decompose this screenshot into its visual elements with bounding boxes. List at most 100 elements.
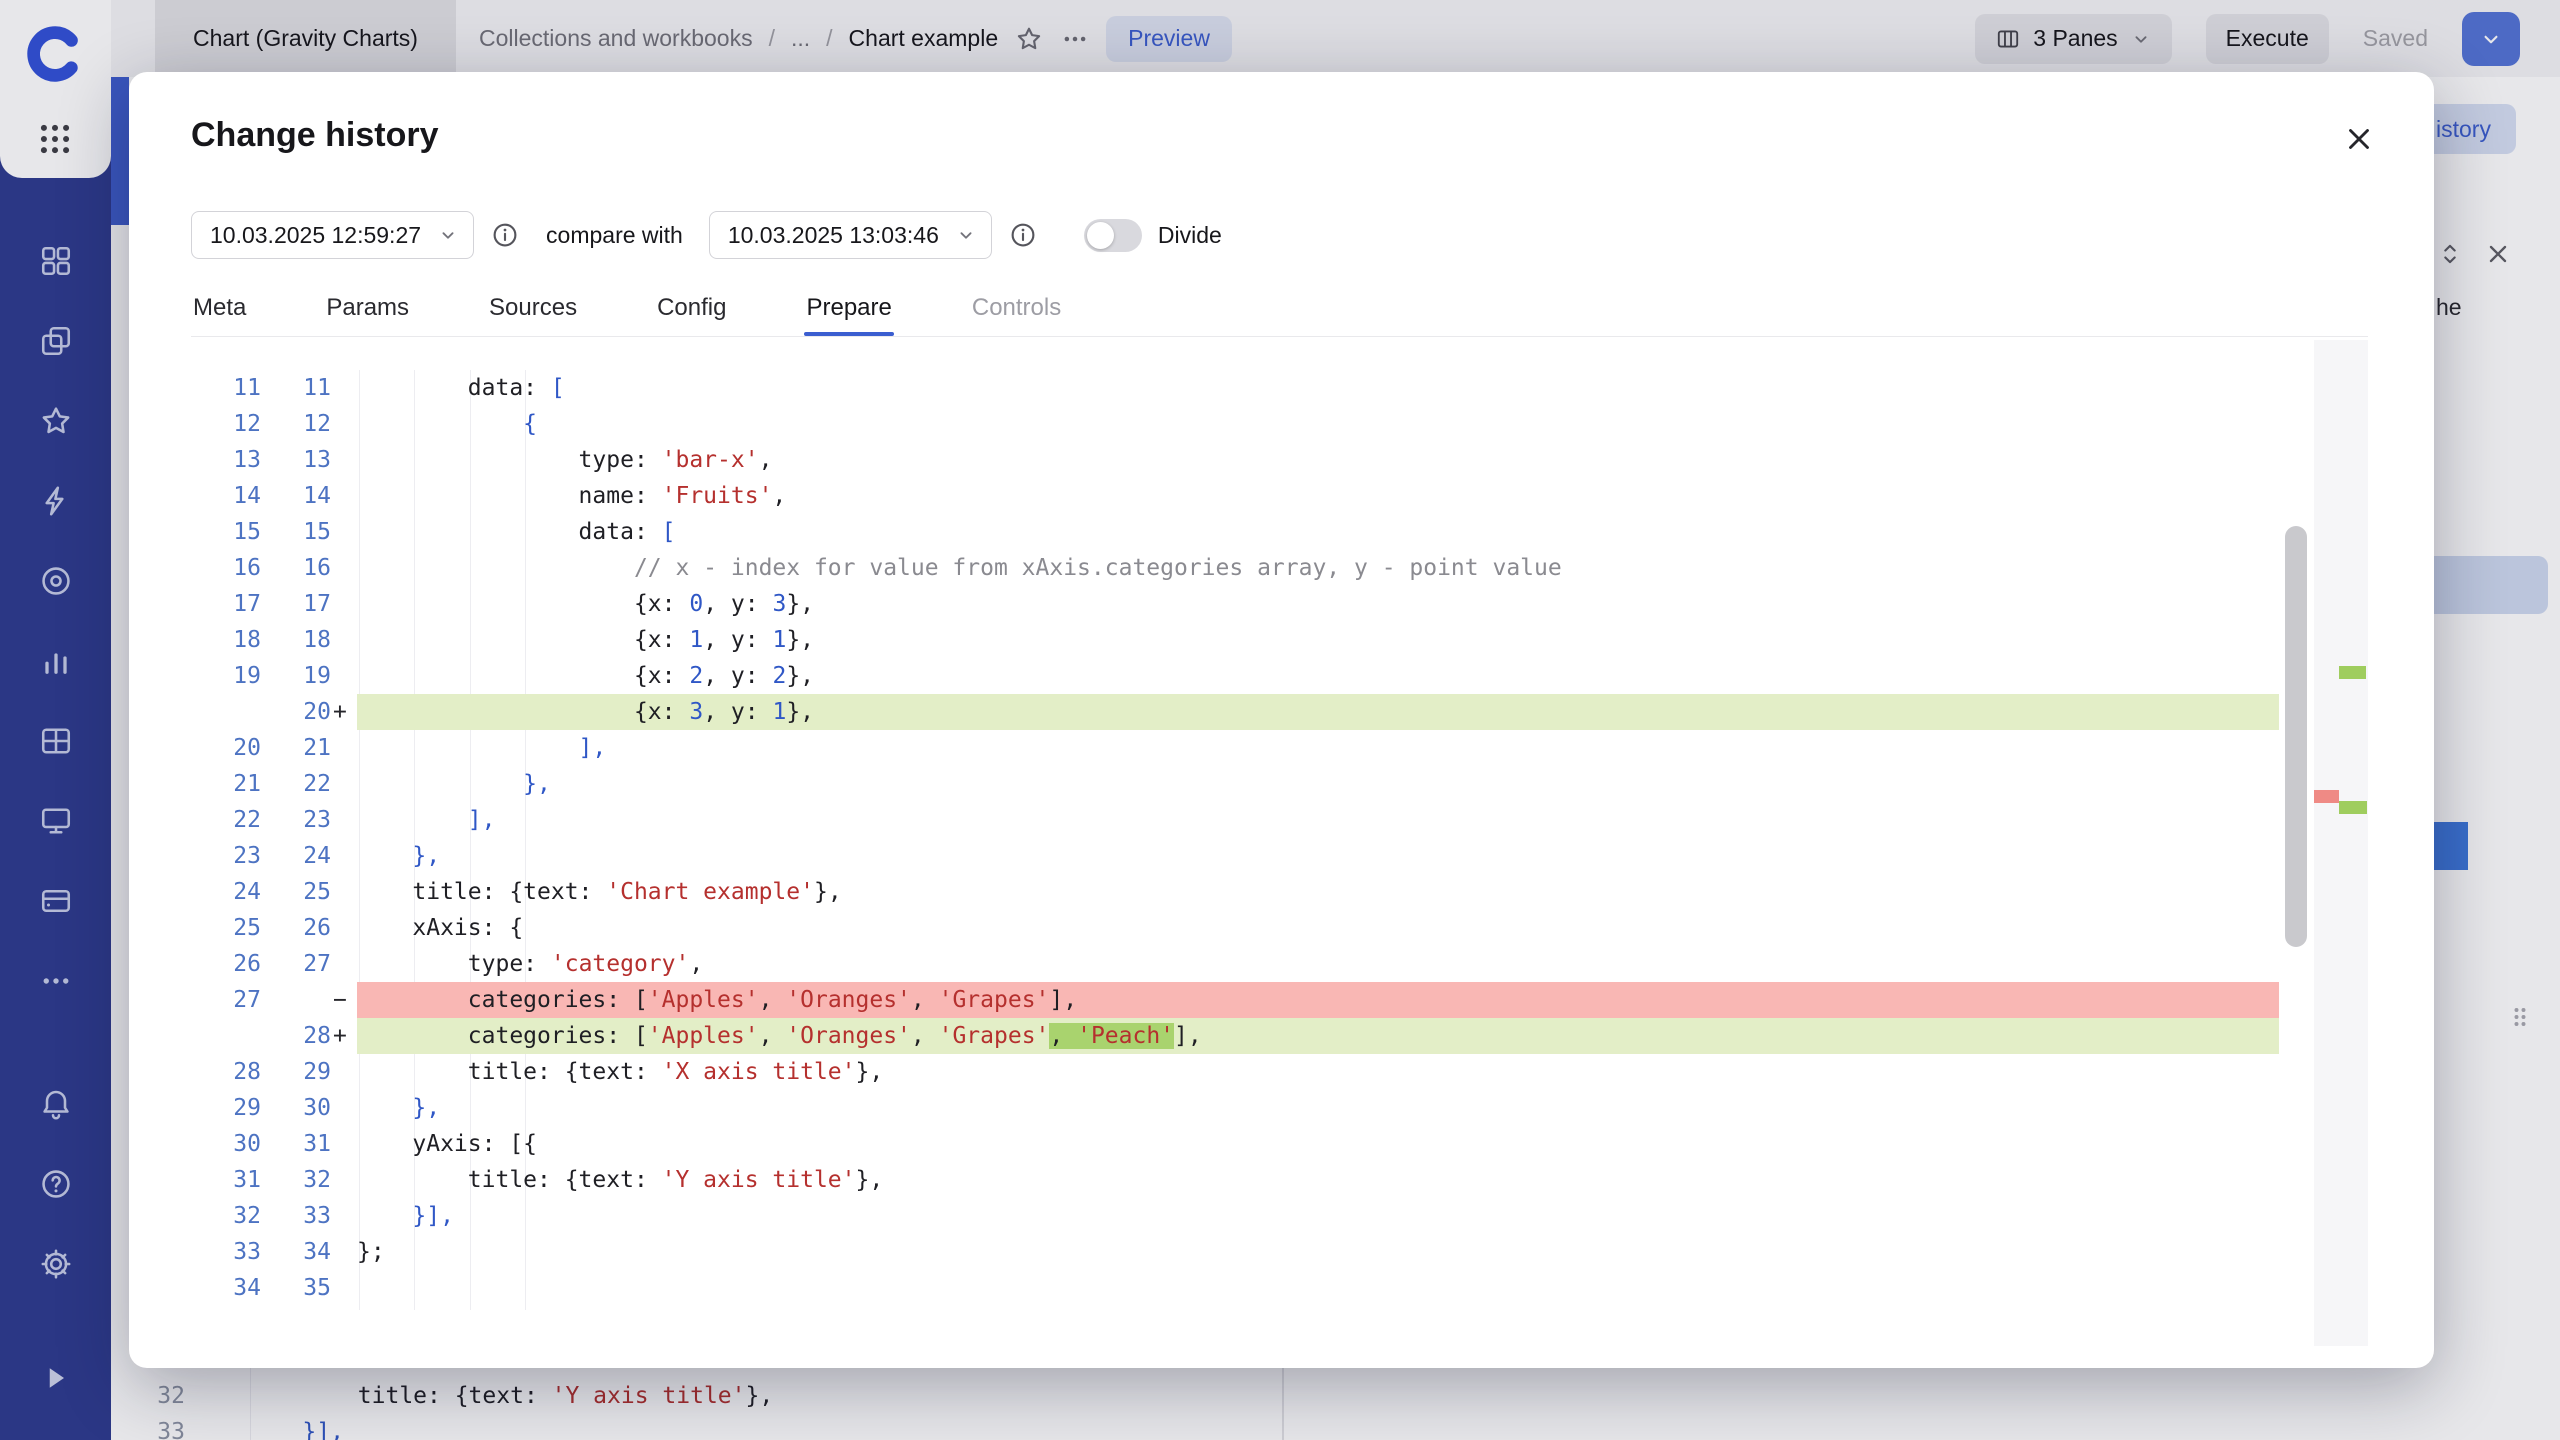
tab-meta[interactable]: Meta xyxy=(191,280,248,336)
revision-select-right-value: 10.03.2025 13:03:46 xyxy=(728,222,939,249)
code-line: }, xyxy=(357,766,2279,802)
line-number-new: 25 xyxy=(261,874,331,910)
line-number-old: 16 xyxy=(205,550,261,586)
line-number-new: 18 xyxy=(261,622,331,658)
diff-marker xyxy=(331,802,357,838)
code-line xyxy=(357,1270,2279,1306)
diff-marker xyxy=(331,550,357,586)
tab-controls[interactable]: Controls xyxy=(970,280,1063,336)
revision-select-left-value: 10.03.2025 12:59:27 xyxy=(210,222,421,249)
code-line: title: {text: 'Y axis title'}, xyxy=(357,1162,2279,1198)
line-number-new: 20 xyxy=(261,694,331,730)
chevron-down-icon xyxy=(437,224,459,246)
diff-marker xyxy=(331,514,357,550)
diff-marker: + xyxy=(331,1018,357,1054)
line-number-new: 32 xyxy=(261,1162,331,1198)
diff-row: 2829 title: {text: 'X axis title'}, xyxy=(205,1054,2279,1090)
code-line: type: 'category', xyxy=(357,946,2279,982)
info-icon[interactable] xyxy=(490,220,520,250)
line-number-new: 27 xyxy=(261,946,331,982)
line-number-new: 30 xyxy=(261,1090,331,1126)
tab-sources[interactable]: Sources xyxy=(487,280,579,336)
code-line: categories: ['Apples', 'Oranges', 'Grape… xyxy=(357,1018,2279,1054)
diff-row: 28+ categories: ['Apples', 'Oranges', 'G… xyxy=(205,1018,2279,1054)
tab-config[interactable]: Config xyxy=(655,280,728,336)
line-number-new: 28 xyxy=(261,1018,331,1054)
revision-select-left[interactable]: 10.03.2025 12:59:27 xyxy=(191,211,474,259)
diff-overview-ruler xyxy=(2314,340,2368,1346)
line-number-new: 16 xyxy=(261,550,331,586)
line-number-old xyxy=(205,694,261,730)
diff-marker xyxy=(331,838,357,874)
tab-params[interactable]: Params xyxy=(324,280,411,336)
code-line: ], xyxy=(357,730,2279,766)
diff-row: 2021 ], xyxy=(205,730,2279,766)
diff-row: 1313 type: 'bar-x', xyxy=(205,442,2279,478)
compare-with-label: compare with xyxy=(546,222,683,249)
diff-row: 1717 {x: 0, y: 3}, xyxy=(205,586,2279,622)
code-line: title: {text: 'Chart example'}, xyxy=(357,874,2279,910)
diff-marker xyxy=(331,874,357,910)
line-number-new: 31 xyxy=(261,1126,331,1162)
diff-row: 1515 data: [ xyxy=(205,514,2279,550)
diff-marker xyxy=(331,658,357,694)
modal-close-icon[interactable] xyxy=(2342,122,2376,156)
diff-row: 20+ {x: 3, y: 1}, xyxy=(205,694,2279,730)
code-line: title: {text: 'X axis title'}, xyxy=(357,1054,2279,1090)
ruler-added-mark xyxy=(2339,801,2367,814)
line-number-new: 17 xyxy=(261,586,331,622)
diff-row: 2627 type: 'category', xyxy=(205,946,2279,982)
line-number-old: 30 xyxy=(205,1126,261,1162)
diff-marker xyxy=(331,1090,357,1126)
code-line: categories: ['Apples', 'Oranges', 'Grape… xyxy=(357,982,2279,1018)
code-line: {x: 3, y: 1}, xyxy=(357,694,2279,730)
line-number-old xyxy=(205,1018,261,1054)
line-number-old: 22 xyxy=(205,802,261,838)
info-icon[interactable] xyxy=(1008,220,1038,250)
code-line: }, xyxy=(357,1090,2279,1126)
diff-row: 3031 yAxis: [{ xyxy=(205,1126,2279,1162)
diff-rows: 1111 data: [1212 {1313 type: 'bar-x',141… xyxy=(205,340,2279,1306)
line-number-old: 17 xyxy=(205,586,261,622)
line-number-new: 12 xyxy=(261,406,331,442)
code-line: }, xyxy=(357,838,2279,874)
tabs-divider xyxy=(191,336,2368,337)
diff-marker xyxy=(331,406,357,442)
diff-marker xyxy=(331,586,357,622)
diff-row: 2122 }, xyxy=(205,766,2279,802)
toggle-knob xyxy=(1087,222,1114,249)
line-number-new: 15 xyxy=(261,514,331,550)
diff-row: 3435 xyxy=(205,1270,2279,1306)
ruler-removed-mark xyxy=(2314,790,2339,803)
code-line: type: 'bar-x', xyxy=(357,442,2279,478)
diff-row: 3334}; xyxy=(205,1234,2279,1270)
diff-marker xyxy=(331,946,357,982)
diff-marker xyxy=(331,442,357,478)
diff-row: 1212 { xyxy=(205,406,2279,442)
diff-marker xyxy=(331,370,357,406)
line-number-new: 22 xyxy=(261,766,331,802)
line-number-new xyxy=(261,982,331,1018)
diff-row: 2930 }, xyxy=(205,1090,2279,1126)
line-number-old: 15 xyxy=(205,514,261,550)
diff-row: 1111 data: [ xyxy=(205,370,2279,406)
line-number-new: 14 xyxy=(261,478,331,514)
tab-prepare[interactable]: Prepare xyxy=(804,280,893,336)
diff-row: 2425 title: {text: 'Chart example'}, xyxy=(205,874,2279,910)
diff-marker xyxy=(331,1162,357,1198)
line-number-old: 23 xyxy=(205,838,261,874)
line-number-old: 11 xyxy=(205,370,261,406)
divide-toggle[interactable] xyxy=(1084,219,1142,252)
line-number-old: 29 xyxy=(205,1090,261,1126)
revision-select-right[interactable]: 10.03.2025 13:03:46 xyxy=(709,211,992,259)
diff-row: 3233 }], xyxy=(205,1198,2279,1234)
diff-row: 1414 name: 'Fruits', xyxy=(205,478,2279,514)
code-line: // x - index for value from xAxis.catego… xyxy=(357,550,2279,586)
diff-marker xyxy=(331,478,357,514)
diff-marker: + xyxy=(331,694,357,730)
code-line: {x: 1, y: 1}, xyxy=(357,622,2279,658)
scrollbar-thumb[interactable] xyxy=(2285,526,2307,947)
diff-code-area: 1111 data: [1212 {1313 type: 'bar-x',141… xyxy=(205,340,2279,1346)
diff-marker xyxy=(331,1270,357,1306)
diff-marker: − xyxy=(331,982,357,1018)
